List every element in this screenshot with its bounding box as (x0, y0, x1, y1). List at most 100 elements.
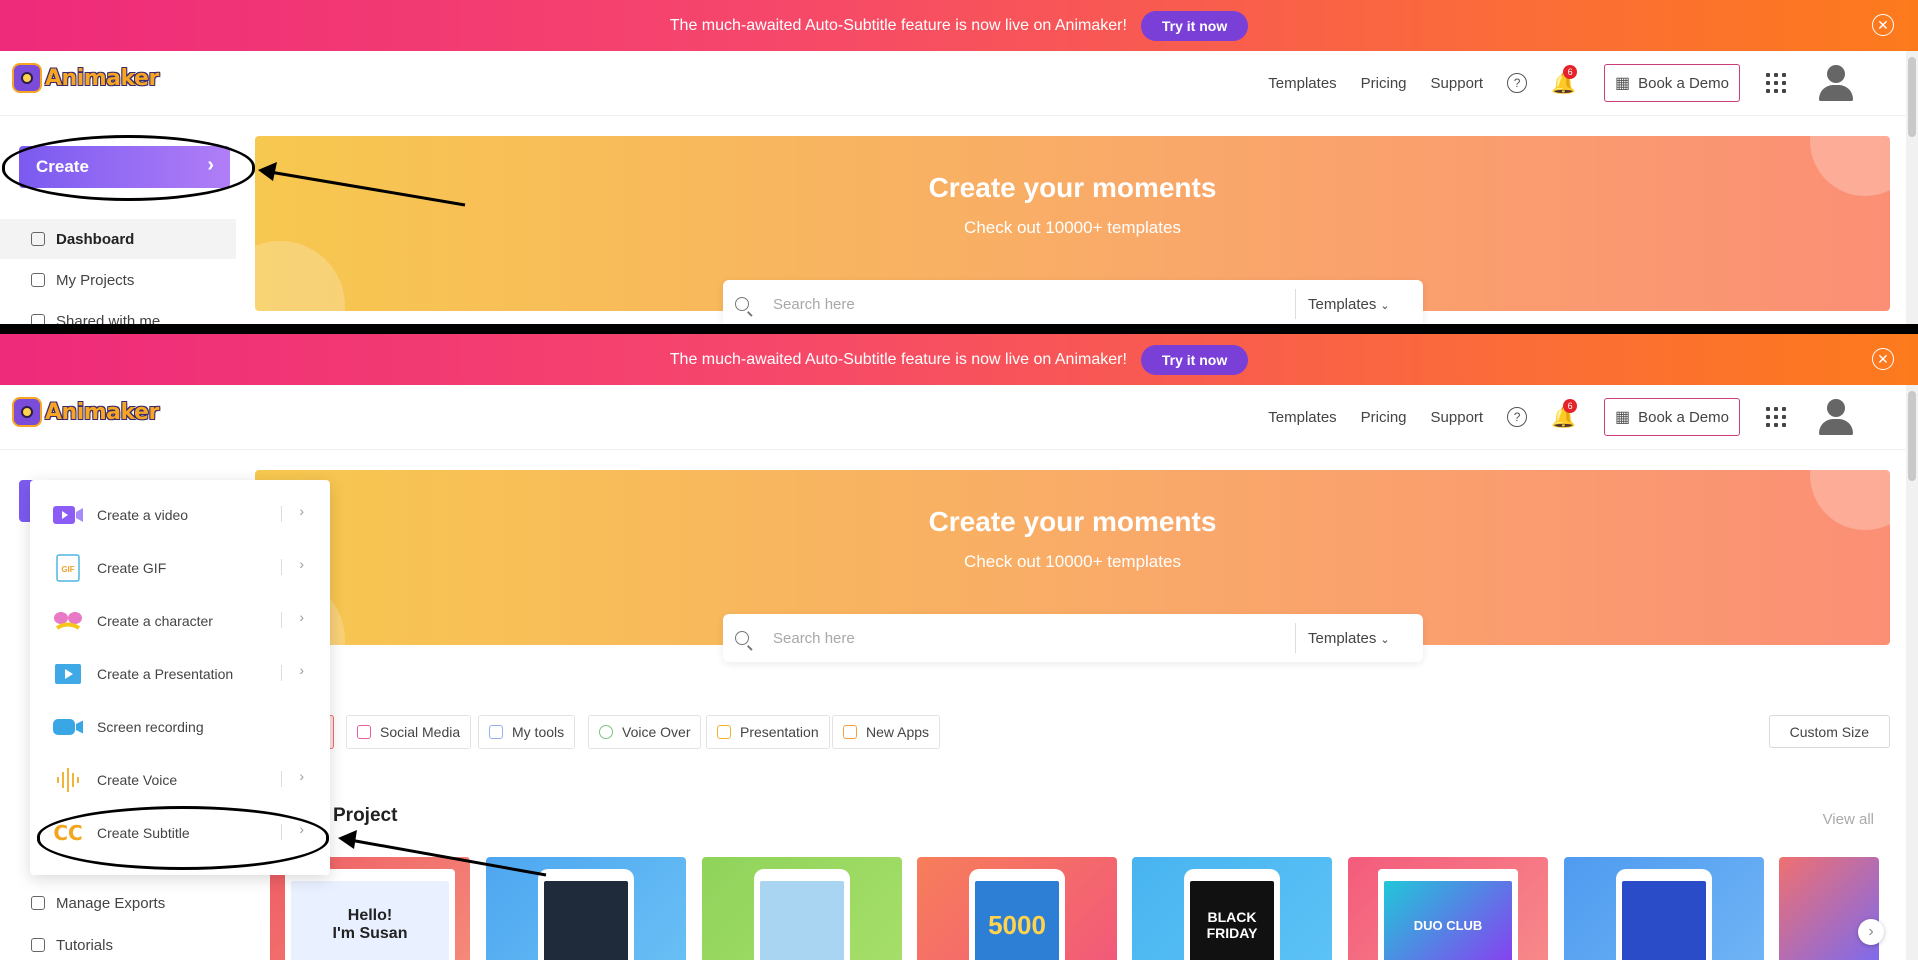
nav-templates-link[interactable]: Templates (1268, 409, 1336, 426)
chevron-right-icon: › (299, 556, 304, 572)
menu-item-label: Create GIF (97, 559, 167, 576)
chevron-down-icon: ⌄ (1380, 633, 1390, 646)
notification-bell-icon[interactable]: 🔔 6 (1551, 64, 1578, 96)
hero-subtitle: Check out 10000+ templates (964, 552, 1181, 571)
card-text: Hello! I'm Susan (291, 881, 449, 960)
hero-subtitle: Check out 10000+ templates (964, 218, 1181, 237)
search-input[interactable] (771, 628, 1295, 648)
sidebar-item-tutorials[interactable]: Tutorials (0, 927, 113, 960)
close-icon[interactable]: ✕ (1872, 348, 1894, 370)
template-card[interactable]: DUO CLUB (1348, 857, 1548, 960)
card-text: DUO CLUB (1384, 881, 1512, 960)
category-chip-social-media[interactable]: Social Media (346, 715, 472, 749)
voice-icon (53, 766, 83, 794)
nav-support-link[interactable]: Support (1431, 409, 1484, 426)
apps-grid-icon[interactable] (1766, 407, 1786, 427)
template-card[interactable]: 5000 (917, 857, 1117, 960)
notification-count-badge: 6 (1563, 64, 1578, 79)
tutorials-icon (31, 938, 45, 952)
page-scrollbar[interactable] (1906, 385, 1918, 960)
try-it-now-button[interactable]: Try it now (1140, 10, 1249, 41)
nav-pricing-link[interactable]: Pricing (1361, 75, 1407, 92)
template-card[interactable]: BLACK FRIDAY (1132, 857, 1332, 960)
book-demo-button[interactable]: ▦ Book a Demo (1603, 398, 1740, 436)
announcement-banner: The much-awaited Auto-Subtitle feature i… (0, 0, 1918, 51)
scrollbar-thumb[interactable] (1908, 391, 1916, 481)
page-scrollbar[interactable] (1906, 51, 1918, 324)
close-icon[interactable]: ✕ (1872, 14, 1894, 36)
logo-text: Animaker (45, 65, 159, 91)
menu-item-create-voice[interactable]: Create Voice › (30, 753, 330, 806)
user-avatar-icon[interactable] (1816, 397, 1856, 437)
category-chip-voice-over[interactable]: Voice Over (588, 715, 702, 749)
template-search-bar: Templates⌄ (723, 614, 1423, 662)
top-nav: Templates Pricing Support ? 🔔 6 ▦ Book a D… (1268, 396, 1856, 438)
banner-text: The much-awaited Auto-Subtitle feature i… (669, 350, 1127, 368)
animaker-logo[interactable]: Animaker (12, 63, 159, 93)
notification-bell-icon[interactable]: 🔔 6 (1551, 398, 1578, 430)
hero-title: Create your moments (928, 172, 1217, 203)
category-chip-my-tools[interactable]: My tools (478, 715, 576, 749)
sidebar-item-shared[interactable]: Shared with me (0, 301, 236, 324)
new-apps-icon (843, 725, 857, 739)
top-header: Animaker Templates Pricing Support ? 🔔 6 … (0, 385, 1906, 450)
chip-label: My tools (512, 724, 565, 740)
gif-icon: GIF (53, 553, 83, 582)
view-all-link[interactable]: View all (1823, 811, 1874, 828)
chevron-right-icon: › (299, 503, 304, 519)
template-card[interactable] (702, 857, 902, 960)
chip-label: Voice Over (622, 724, 691, 740)
presentation-icon (53, 660, 83, 688)
menu-item-create-presentation[interactable]: Create a Presentation › (30, 647, 330, 700)
screenshot-frame-bottom: The much-awaited Auto-Subtitle feature i… (0, 334, 1918, 960)
carousel-next-icon[interactable]: › (1858, 919, 1884, 945)
search-category-dropdown[interactable]: Templates ⌄ (1308, 296, 1390, 313)
help-icon[interactable]: ? (1507, 407, 1528, 427)
book-demo-button[interactable]: ▦ Book a Demo (1603, 64, 1740, 102)
nav-templates-link[interactable]: Templates (1268, 75, 1336, 92)
user-avatar-icon[interactable] (1816, 63, 1856, 103)
menu-item-screen-recording[interactable]: Screen recording (30, 700, 330, 753)
top-nav: Templates Pricing Support ? 🔔 6 ▦ Book a D… (1268, 62, 1856, 104)
menu-item-create-gif[interactable]: GIF Create GIF › (30, 541, 330, 594)
menu-item-create-video[interactable]: Create a video › (30, 488, 330, 541)
custom-size-button[interactable]: Custom Size (1768, 715, 1890, 748)
presentation-icon (717, 725, 731, 739)
exports-icon (31, 896, 45, 910)
card-text: 5000 (975, 881, 1059, 960)
animaker-logo[interactable]: Animaker (12, 397, 159, 427)
category-chip-presentation[interactable]: Presentation (706, 715, 830, 749)
chip-label: New Apps (866, 724, 930, 740)
template-card[interactable] (486, 857, 686, 960)
video-icon (53, 501, 83, 529)
search-input[interactable] (771, 294, 1295, 314)
calendar-icon: ▦ (1614, 75, 1631, 92)
template-card[interactable] (1779, 857, 1879, 960)
announcement-banner: The much-awaited Auto-Subtitle feature i… (0, 334, 1918, 385)
category-chip-new-apps[interactable]: New Apps (832, 715, 941, 749)
nav-support-link[interactable]: Support (1431, 75, 1484, 92)
shared-icon (31, 314, 45, 324)
try-it-now-button[interactable]: Try it now (1140, 344, 1249, 375)
menu-item-create-character[interactable]: Create a character › (30, 594, 330, 647)
nav-pricing-link[interactable]: Pricing (1361, 409, 1407, 426)
sidebar-item-label: My Projects (56, 271, 135, 289)
sidebar-item-my-projects[interactable]: My Projects (0, 260, 236, 300)
dropdown-label: Templates (1308, 295, 1377, 313)
apps-grid-icon[interactable] (1766, 73, 1786, 93)
help-icon[interactable]: ? (1507, 73, 1528, 93)
scrollbar-thumb[interactable] (1908, 57, 1916, 137)
tools-icon (489, 725, 503, 739)
book-demo-label: Book a Demo (1638, 74, 1729, 92)
sidebar-item-dashboard[interactable]: Dashboard (0, 219, 236, 259)
chevron-right-icon: › (299, 768, 304, 784)
sidebar-item-manage-exports[interactable]: Manage Exports (0, 885, 165, 921)
search-category-dropdown[interactable]: Templates ⌄ (1308, 630, 1390, 647)
template-card[interactable] (1564, 857, 1764, 960)
svg-text:GIF: GIF (61, 565, 74, 574)
chevron-down-icon: ⌄ (1380, 299, 1390, 312)
character-icon (53, 607, 83, 635)
menu-item-label: Screen recording (97, 718, 204, 735)
screen-recording-icon (53, 713, 83, 741)
template-search-bar: Templates⌄ (723, 280, 1423, 324)
